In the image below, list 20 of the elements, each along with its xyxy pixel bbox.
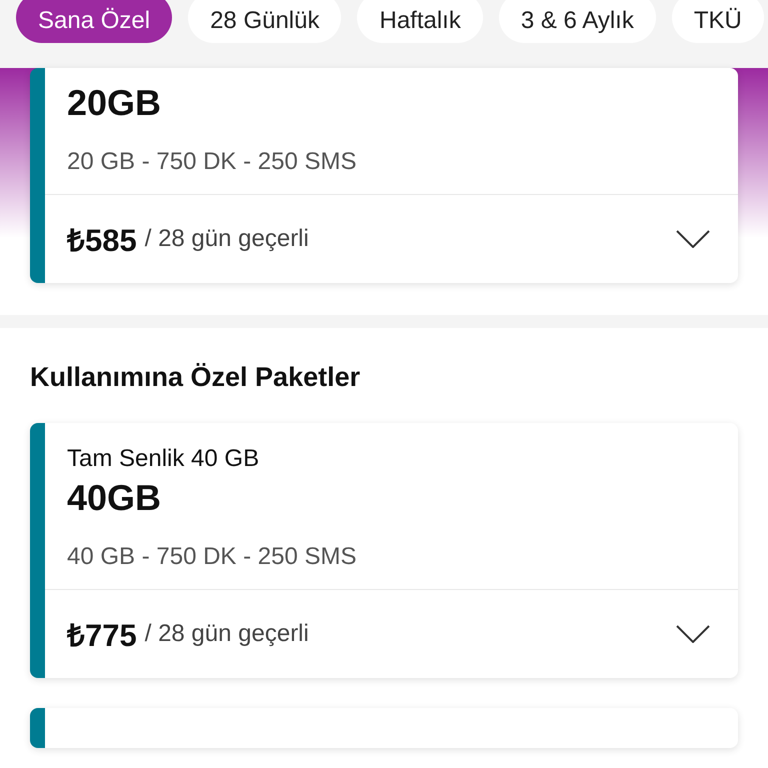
filter-tab[interactable]: 28 Günlük (188, 0, 342, 43)
package-card[interactable] (30, 708, 738, 748)
package-card[interactable]: Tam Senlik 40 GB 40GB 40 GB - 750 DK - 250 SMS ₺775 / 28 gün geçerli (30, 423, 738, 678)
filter-tab[interactable]: TKÜ (672, 0, 764, 43)
package-details: 40 GB - 750 DK - 250 SMS (67, 543, 358, 571)
validity-text: / 28 gün geçerli (144, 620, 309, 648)
filter-tab[interactable]: 3 & 6 Aylık (498, 0, 656, 43)
package-title: 20GB (67, 82, 162, 124)
chevron-down-icon[interactable] (676, 625, 710, 643)
package-price: ₺585 (67, 222, 137, 260)
package-details: 20 GB - 750 DK - 250 SMS (67, 148, 358, 176)
package-card[interactable]: 20GB 20 GB - 750 DK - 250 SMS ₺585 / 28 gün geçerli (30, 68, 738, 283)
chevron-down-icon[interactable] (676, 230, 710, 248)
filter-tab[interactable]: Haftalık (357, 0, 483, 43)
package-name: Tam Senlik 40 GB (67, 445, 260, 473)
section-heading: Kullanımına Özel Paketler (30, 361, 362, 394)
package-title: 40GB (67, 477, 162, 519)
package-price: ₺775 (67, 617, 137, 655)
filter-tab[interactable]: Sana Özel (16, 0, 172, 43)
validity-text: / 28 gün geçerli (144, 225, 309, 253)
